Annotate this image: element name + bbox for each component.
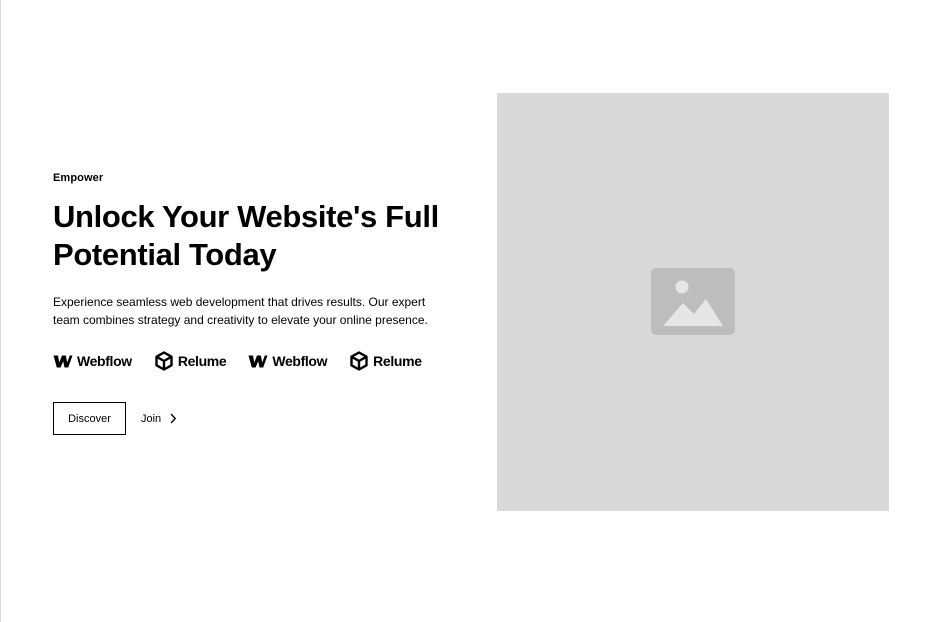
relume-cube-icon xyxy=(349,351,369,371)
logo-label: Relume xyxy=(373,353,422,369)
hero-description: Experience seamless web development that… xyxy=(53,295,428,327)
hero-actions: Discover Join xyxy=(53,402,443,435)
chevron-right-icon xyxy=(170,413,177,424)
hero-content: Empower Unlock Your Website's Full Poten… xyxy=(53,171,443,435)
hero-tagline: Empower xyxy=(53,172,104,184)
relume-cube-icon xyxy=(154,351,174,371)
discover-button[interactable]: Discover xyxy=(53,402,126,435)
hero-headline-line-1: Unlock Your Website's Full xyxy=(53,199,439,234)
logo-label: Webflow xyxy=(77,353,132,369)
join-link[interactable]: Join xyxy=(141,402,177,435)
logo-webflow: Webflow xyxy=(248,353,328,369)
logo-strip: Webflow Relume Webflow Relume xyxy=(53,349,443,373)
logo-relume: Relume xyxy=(349,351,422,371)
hero-image-placeholder xyxy=(497,93,889,511)
hero-headline: Unlock Your Website's Full Potential Tod… xyxy=(53,198,443,274)
logo-label: Webflow xyxy=(272,353,328,369)
webflow-logo-icon xyxy=(248,355,268,368)
logo-label: Relume xyxy=(177,353,227,369)
logo-webflow: Webflow xyxy=(53,353,132,369)
hero-headline-line-2: Potential Today xyxy=(53,237,277,272)
webflow-logo-icon xyxy=(53,355,73,368)
join-link-label: Join xyxy=(141,412,162,425)
page-frame: Empower Unlock Your Website's Full Poten… xyxy=(0,0,933,622)
logo-relume: Relume xyxy=(154,351,227,371)
image-placeholder-icon xyxy=(651,268,735,335)
